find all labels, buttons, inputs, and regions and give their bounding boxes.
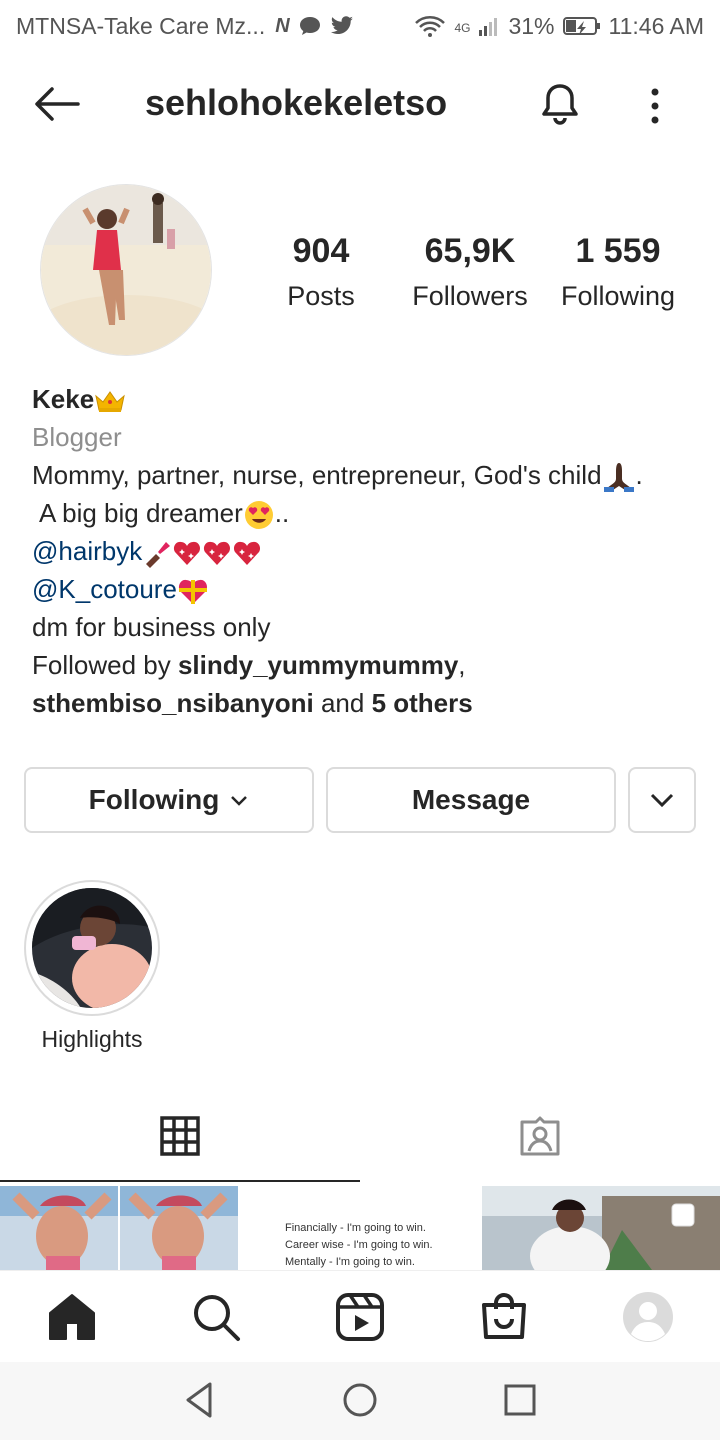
crown-emoji-icon [95,391,125,413]
sparkling-heart-emoji-icon [174,542,201,566]
bio-line-2-end: .. [274,498,290,528]
bottom-navigation [0,1270,720,1362]
post-grid: Financially - I'm going to win. Career w… [0,1186,720,1270]
heart-eyes-emoji-icon [244,501,273,530]
posts-label: Posts [287,281,355,311]
content-tabs [0,1100,720,1184]
followed-by-others[interactable]: 5 others [372,688,473,718]
quote-line: Mentally - I'm going to win. [285,1256,415,1268]
back-arrow-icon[interactable] [32,84,80,124]
active-tab-indicator [0,1180,360,1182]
twitter-notification-icon [330,16,353,34]
search-icon[interactable] [190,1291,242,1343]
profile-category: Blogger [32,422,122,452]
following-value: 1 559 [575,232,661,270]
clock: 11:46 AM [608,12,704,39]
profile-username: sehlohokekeletso [145,82,448,123]
followers-value: 65,9K [424,232,516,270]
highlight-label: Highlights [41,1026,143,1052]
suggested-accounts-button[interactable] [628,767,696,833]
more-options-icon[interactable] [640,84,670,128]
battery-icon [562,17,600,35]
sparkling-heart-emoji-icon [234,542,261,566]
posts-count[interactable]: 904 Posts [246,232,396,312]
home-icon[interactable] [46,1291,98,1343]
signal-icon [479,18,498,36]
followed-by-prefix: Followed by [32,650,178,680]
quote-line: Financially - I'm going to win. [285,1222,426,1234]
post-thumbnail[interactable] [482,1186,720,1270]
chat-notification-icon [299,17,320,35]
shop-icon[interactable] [478,1291,530,1343]
system-navigation [0,1362,720,1440]
carrier-name: MTNSA-Take Care Mz... [16,12,266,39]
notification-icons: N [275,15,353,38]
followed-by-and: and [313,688,372,718]
bio-link-hairbyk[interactable]: @hairbyk [32,536,142,566]
reels-icon[interactable] [334,1291,386,1343]
story-highlight[interactable] [24,880,160,1016]
recents-square-icon[interactable] [500,1380,540,1420]
wifi-icon [415,16,446,37]
status-right: 4G 31% 11:46 AM [414,13,704,40]
notification-bell-icon[interactable] [536,80,584,128]
followers-label: Followers [412,281,528,311]
bio-line-3: dm for business only [32,612,271,642]
profile-icon[interactable] [622,1291,674,1343]
grid-icon[interactable] [160,1116,200,1156]
home-circle-icon[interactable] [340,1380,380,1420]
netflix-notification-icon: N [275,14,290,37]
message-button[interactable]: Message [326,767,616,833]
profile-header: sehlohokekeletso [0,62,720,146]
tagged-icon[interactable] [518,1114,562,1158]
posts-value: 904 [292,232,350,270]
bio-line-2: A big big dreamer [39,498,243,528]
followed-by-comma: , [458,650,466,680]
heart-with-ribbon-emoji-icon [178,580,207,605]
following-label: Following [560,281,676,311]
profile-avatar[interactable] [40,184,212,356]
status-bar: MTNSA-Take Care Mz... N 4G 31% 11:46 AM [0,0,720,52]
praying-hands-emoji-icon [603,463,634,493]
post-thumbnail[interactable]: Financially - I'm going to win. Career w… [241,1186,479,1270]
battery-percent: 31% [508,12,555,39]
bio-line-1: Mommy, partner, nurse, entrepreneur, God… [32,460,602,490]
bio-line-1-end: . [635,460,643,490]
followers-count[interactable]: 65,9K Followers [395,232,545,312]
chevron-down-icon [650,793,674,808]
message-button-label: Message [411,784,531,815]
avatar-photo [41,185,211,355]
nail-polish-emoji-icon [146,542,171,569]
post-thumbnail[interactable] [0,1186,238,1270]
sparkling-heart-emoji-icon [204,542,231,566]
following-button[interactable]: Following [24,767,314,833]
network-type: 4G [454,20,471,35]
chevron-down-icon [231,796,248,806]
following-button-label: Following [88,784,220,815]
quote-line: Career wise - I'm going to win. [285,1239,433,1251]
following-count[interactable]: 1 559 Following [543,232,693,312]
followed-by-user-1[interactable]: slindy_yummymummy [178,650,458,680]
profile-bio: Keke Blogger Mommy, partner, nurse, entr… [32,380,692,722]
highlight-cover [32,888,152,1008]
post-quote-text: Financially - I'm going to win. Career w… [285,1220,433,1270]
bio-link-k-cotoure[interactable]: @K_cotoure [32,574,177,604]
back-triangle-icon[interactable] [180,1380,220,1420]
display-name: Keke [32,384,95,414]
followed-by-user-2[interactable]: sthembiso_nsibanyoni [32,688,314,718]
